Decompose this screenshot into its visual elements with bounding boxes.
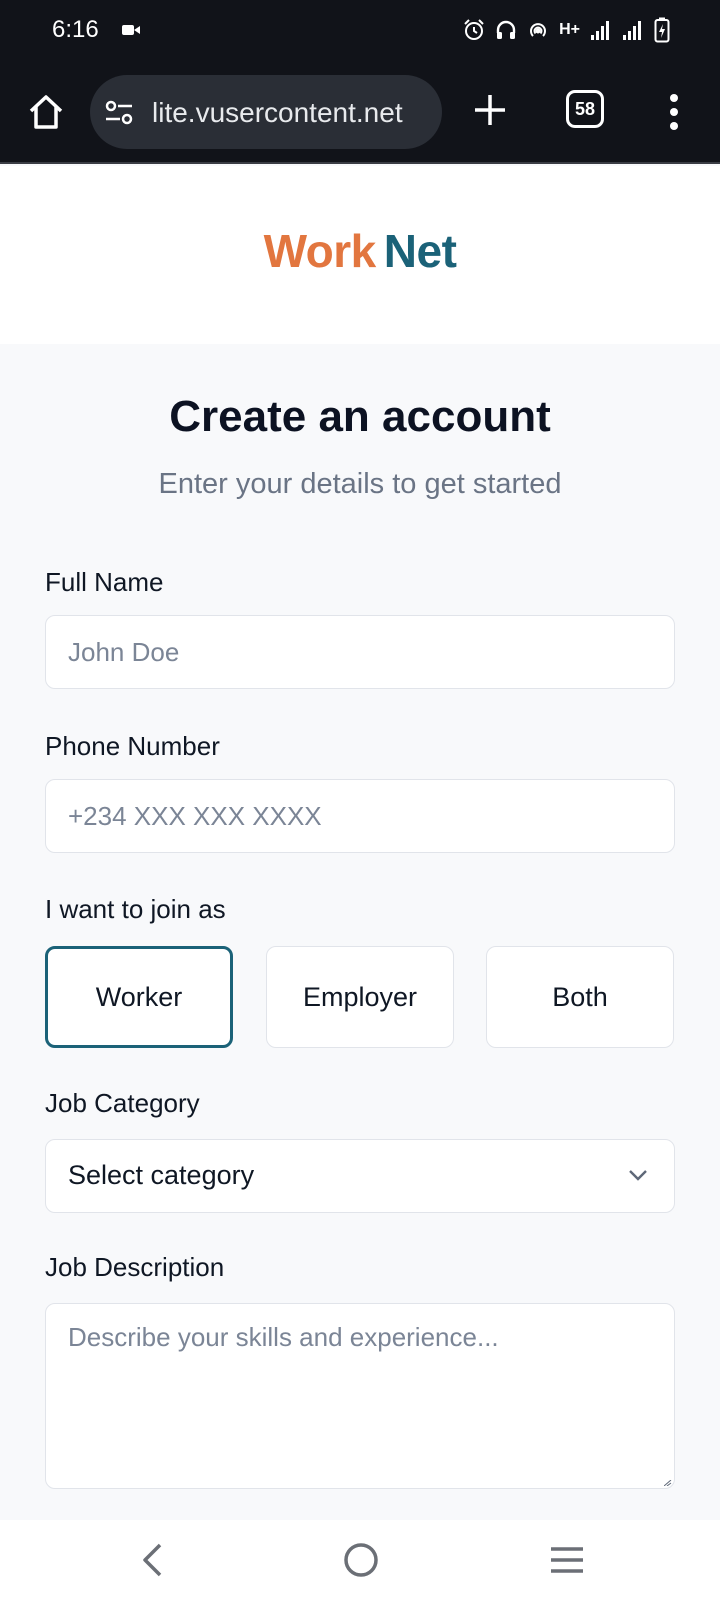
role-option-employer[interactable]: Employer: [266, 946, 454, 1048]
full-name-label: Full Name: [45, 567, 164, 597]
home-circle-icon[interactable]: [343, 1542, 379, 1578]
page-subtitle: Enter your details to get started: [158, 468, 562, 500]
home-icon[interactable]: [26, 92, 66, 132]
network-type: H+: [559, 21, 580, 38]
logo-net: Net: [383, 225, 457, 277]
resize-grip-icon[interactable]: [664, 1480, 672, 1486]
logo-work: Work: [263, 225, 377, 277]
role-option-both[interactable]: Both: [486, 946, 674, 1048]
role-label: I want to join as: [45, 894, 226, 924]
address-bar[interactable]: lite.vusercontent.net: [90, 75, 442, 149]
job-category-label: Job Category: [45, 1088, 200, 1118]
job-category-select[interactable]: Select category: [45, 1139, 675, 1213]
job-description-label: Job Description: [45, 1252, 225, 1282]
status-time: 6:16: [52, 16, 99, 43]
back-icon[interactable]: [140, 1542, 164, 1578]
job-category-value: Select category: [68, 1160, 255, 1190]
battery-charging-icon: [654, 17, 670, 43]
site-settings-icon[interactable]: [104, 99, 136, 127]
chevron-down-icon: [629, 1170, 647, 1181]
job-description-textarea[interactable]: [45, 1303, 675, 1489]
signal-icon: [623, 21, 641, 40]
status-icons: H+: [463, 16, 670, 44]
video-camera-icon: [122, 25, 140, 35]
full-name-input[interactable]: [45, 615, 675, 689]
hotspot-icon: [530, 23, 547, 37]
logo[interactable]: Work Net: [0, 224, 720, 278]
plus-icon[interactable]: [472, 92, 508, 128]
phone-input[interactable]: [45, 779, 675, 853]
recents-icon[interactable]: [550, 1546, 584, 1574]
url-text: lite.vusercontent.net: [152, 97, 403, 128]
headphones-icon: [496, 20, 516, 39]
phone-label: Phone Number: [45, 731, 220, 761]
app-header: Work Net: [0, 166, 720, 344]
page-title: Create an account: [169, 392, 551, 441]
browser-toolbar: lite.vusercontent.net 58: [0, 60, 720, 164]
more-vert-icon[interactable]: [666, 92, 682, 132]
alarm-icon: [464, 19, 484, 40]
role-option-worker[interactable]: Worker: [45, 946, 233, 1048]
status-bar: 6:16 H+: [0, 0, 720, 60]
system-navigation-bar: [0, 1520, 720, 1600]
signal-icon: [591, 21, 609, 40]
tab-switcher-button[interactable]: 58: [566, 90, 604, 128]
